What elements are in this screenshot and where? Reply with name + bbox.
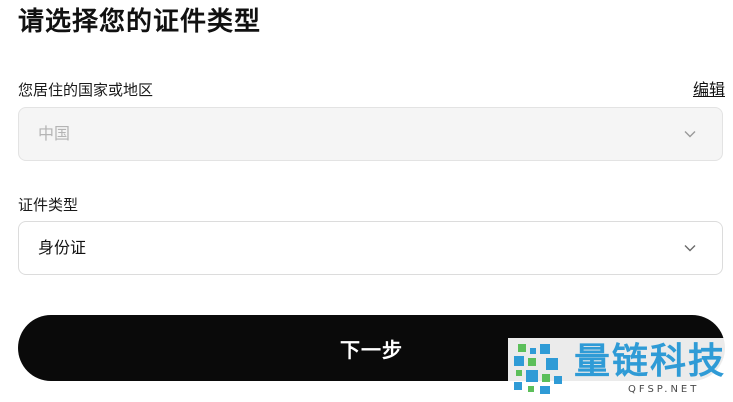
id-type-select[interactable]: 身份证 bbox=[18, 221, 723, 275]
watermark-name: 量链科技 bbox=[574, 341, 727, 382]
id-type-select-value: 身份证 bbox=[38, 238, 87, 257]
watermark: 量链科技 QFSP.NET bbox=[508, 338, 732, 400]
watermark-domain: QFSP.NET bbox=[628, 384, 700, 395]
id-type-field-label: 证件类型 bbox=[18, 196, 79, 214]
edit-country-link[interactable]: 编辑 bbox=[693, 80, 725, 100]
country-field-label: 您居住的国家或地区 bbox=[18, 81, 154, 99]
page-title: 请选择您的证件类型 bbox=[18, 7, 262, 37]
country-select: 中国 bbox=[18, 107, 723, 161]
country-select-value: 中国 bbox=[38, 124, 71, 143]
chevron-down-icon bbox=[684, 245, 696, 252]
pixel-logo-icon bbox=[514, 344, 562, 394]
chevron-down-icon bbox=[684, 131, 696, 138]
id-type-selection-page: 请选择您的证件类型 您居住的国家或地区 编辑 中国 证件类型 身份证 下一步 量… bbox=[0, 0, 733, 402]
